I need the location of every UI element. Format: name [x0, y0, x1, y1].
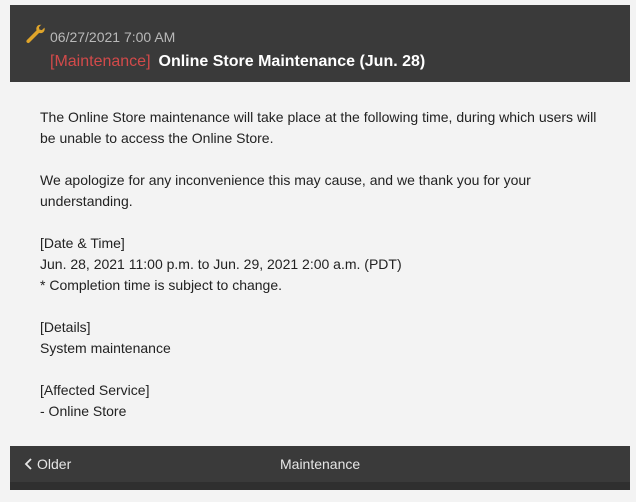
footer-category: Maintenance — [280, 456, 361, 472]
paragraph-details: [Details] System maintenance — [40, 317, 605, 359]
news-content: The Online Store maintenance will take p… — [10, 82, 630, 446]
news-title: Online Store Maintenance (Jun. 28) — [158, 53, 426, 70]
body-line: - Online Store — [40, 403, 127, 419]
category-tag: [Maintenance] — [50, 53, 151, 70]
older-button[interactable]: Older — [24, 456, 71, 472]
body-line: * Completion time is subject to change. — [40, 277, 283, 293]
body-line: System maintenance — [40, 340, 171, 356]
body-line: [Affected Service] — [40, 382, 150, 398]
paragraph-affected-service: [Affected Service] - Online Store — [40, 380, 605, 422]
paragraph-apology: We apologize for any inconvenience this … — [40, 170, 605, 212]
body-line: [Details] — [40, 319, 91, 335]
older-label: Older — [37, 456, 72, 472]
news-panel: 06/27/2021 7:00 AM [Maintenance] Online S… — [10, 5, 630, 490]
paragraph-date-time: [Date & Time] Jun. 28, 2021 11:00 p.m. t… — [40, 233, 605, 296]
body-line: Jun. 28, 2021 11:00 p.m. to Jun. 29, 202… — [40, 256, 402, 272]
bottom-border — [10, 482, 630, 490]
wrench-icon — [26, 24, 45, 44]
paragraph-intro: The Online Store maintenance will take p… — [40, 107, 605, 149]
news-date: 06/27/2021 7:00 AM — [50, 29, 176, 45]
body-line: The Online Store maintenance will take p… — [40, 109, 597, 146]
news-header: 06/27/2021 7:00 AM [Maintenance] Online S… — [10, 5, 630, 82]
news-title-row: [Maintenance] Online Store Maintenance (J… — [50, 52, 425, 72]
news-footer: Older Maintenance — [10, 446, 630, 482]
body-line: [Date & Time] — [40, 235, 125, 251]
news-body: The Online Store maintenance will take p… — [40, 107, 605, 443]
body-line: We apologize for any inconvenience this … — [40, 172, 531, 209]
chevron-left-icon — [24, 458, 32, 470]
